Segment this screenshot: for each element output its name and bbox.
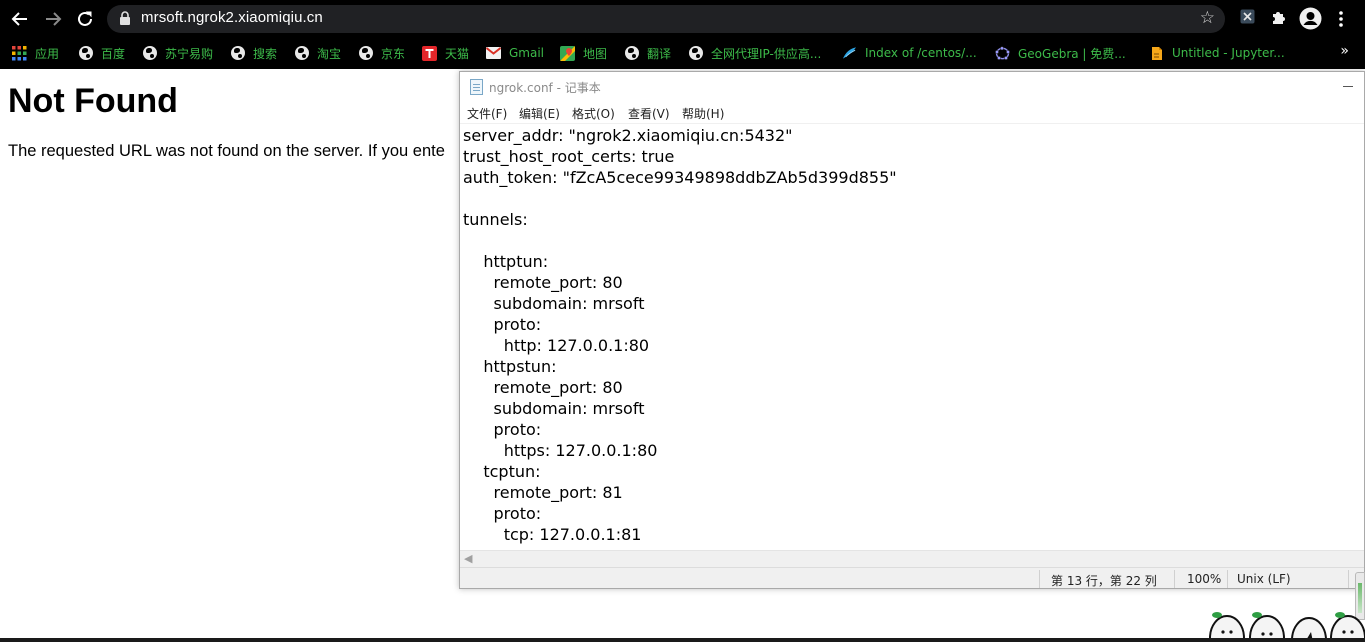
globe-icon (688, 46, 703, 61)
bookmarks-bar: 应用 百度 苏宁易购 搜索 淘宝 京东 天猫 Gmail 地图 翻译 全网代理I… (0, 38, 1365, 69)
notepad-app-icon (470, 79, 483, 95)
url-text[interactable]: mrsoft.ngrok2.xiaomiqiu.cn (141, 9, 323, 26)
bookmark-label: 搜索 (253, 46, 278, 61)
bookmark-proxy-ip[interactable]: 全网代理IP-供应高... (688, 43, 821, 63)
bookmark-apps[interactable]: 应用 (12, 43, 59, 63)
bookmarks-overflow-button[interactable]: » (1340, 43, 1349, 59)
notepad-text-area[interactable]: server_addr: "ngrok2.xiaomiqiu.cn:5432" … (460, 123, 1364, 551)
bookmark-tmall[interactable]: 天猫 (422, 43, 469, 63)
bookmark-taobao[interactable]: 淘宝 (294, 43, 341, 63)
address-bar[interactable]: mrsoft.ngrok2.xiaomiqiu.cn ☆ (107, 5, 1225, 33)
globe-icon (142, 46, 157, 61)
notepad-content[interactable]: server_addr: "ngrok2.xiaomiqiu.cn:5432" … (463, 125, 897, 545)
profile-avatar-icon[interactable] (1299, 7, 1322, 34)
bookmark-label: 应用 (35, 46, 60, 61)
bookmark-label: 地图 (583, 46, 608, 61)
globe-icon (358, 46, 373, 61)
bookmark-search[interactable]: 搜索 (230, 43, 277, 63)
bookmark-label: 百度 (101, 46, 126, 61)
notepad-status-bar: 第 13 行，第 22 列 100% Unix (LF) (460, 567, 1364, 588)
geogebra-icon (995, 45, 1010, 61)
globe-icon (294, 46, 309, 61)
extension-icon[interactable] (1240, 9, 1255, 28)
status-cursor-position: 第 13 行，第 22 列 (1051, 574, 1157, 588)
notepad-title: ngrok.conf - 记事本 (489, 81, 601, 95)
bookmark-label: 全网代理IP-供应高... (711, 46, 822, 61)
notepad-titlebar[interactable]: ngrok.conf - 记事本 (460, 72, 1364, 102)
forward-arrow-icon[interactable] (41, 7, 65, 31)
notepad-menu-bar: 文件(F) 编辑(E) 格式(O) 查看(V) 帮助(H) (460, 102, 1364, 123)
bookmark-baidu[interactable]: 百度 (78, 43, 125, 63)
reload-icon[interactable] (73, 7, 97, 31)
bookmark-geogebra[interactable]: GeoGebra | 免费... (995, 43, 1126, 63)
taskbar-edge (0, 638, 1365, 642)
lock-icon[interactable] (119, 11, 131, 30)
bookmark-label: 天猫 (445, 46, 470, 61)
puzzle-icon[interactable] (1270, 9, 1287, 30)
menu-file[interactable]: 文件(F) (467, 105, 507, 122)
bookmark-star-icon[interactable]: ☆ (1200, 8, 1215, 28)
browser-toolbar: mrsoft.ngrok2.xiaomiqiu.cn ☆ (0, 0, 1365, 38)
status-zoom: 100% (1187, 572, 1222, 586)
bookmark-maps[interactable]: 地图 (560, 43, 607, 63)
bookmark-label: 苏宁易购 (165, 46, 214, 61)
menu-kebab-icon[interactable] (1337, 10, 1345, 32)
status-divider (1227, 570, 1228, 588)
globe-icon (624, 46, 639, 61)
bookmark-label: 翻译 (647, 46, 672, 61)
globe-icon (78, 46, 93, 61)
notepad-window[interactable]: ngrok.conf - 记事本 文件(F) 编辑(E) 格式(O) 查看(V)… (459, 71, 1365, 589)
bookmark-gmail[interactable]: Gmail (486, 43, 544, 63)
jupyter-icon (1149, 46, 1164, 61)
gmail-icon (486, 46, 501, 61)
menu-view[interactable]: 查看(V) (628, 105, 670, 122)
bookmark-label: Index of /centos/... (865, 46, 977, 60)
bookmark-label: GeoGebra | 免费... (1018, 46, 1126, 61)
maps-icon (560, 45, 575, 61)
status-line-ending: Unix (LF) (1237, 572, 1291, 586)
globe-icon (230, 46, 245, 61)
menu-edit[interactable]: 编辑(E) (519, 105, 560, 122)
bookmark-translate[interactable]: 翻译 (624, 43, 671, 63)
apps-grid-icon (12, 45, 27, 61)
status-divider (1039, 570, 1040, 588)
bookmark-label: 京东 (381, 46, 406, 61)
tmall-icon (422, 45, 437, 61)
bookmark-centos-index[interactable]: Index of /centos/... (842, 43, 977, 63)
centos-icon (842, 46, 857, 61)
page-message: The requested URL was not found on the s… (8, 142, 445, 160)
bookmark-suning[interactable]: 苏宁易购 (142, 43, 213, 63)
back-arrow-icon[interactable] (8, 7, 32, 31)
status-divider (1348, 570, 1349, 588)
menu-format[interactable]: 格式(O) (572, 105, 615, 122)
status-divider (1174, 570, 1175, 588)
scroll-left-icon[interactable]: ◀ (464, 552, 472, 565)
bookmark-label: Gmail (509, 46, 545, 60)
mascot-decoration-icon (1209, 612, 1365, 642)
minimize-icon[interactable] (1338, 75, 1358, 95)
horizontal-scrollbar[interactable]: ◀ (460, 550, 1364, 567)
bookmark-label: 淘宝 (317, 46, 342, 61)
page-title: Not Found (8, 82, 178, 120)
bookmark-jd[interactable]: 京东 (358, 43, 405, 63)
menu-help[interactable]: 帮助(H) (682, 105, 724, 122)
bookmark-jupyter[interactable]: Untitled - Jupyter... (1149, 43, 1285, 63)
bookmark-label: Untitled - Jupyter... (1172, 46, 1285, 60)
